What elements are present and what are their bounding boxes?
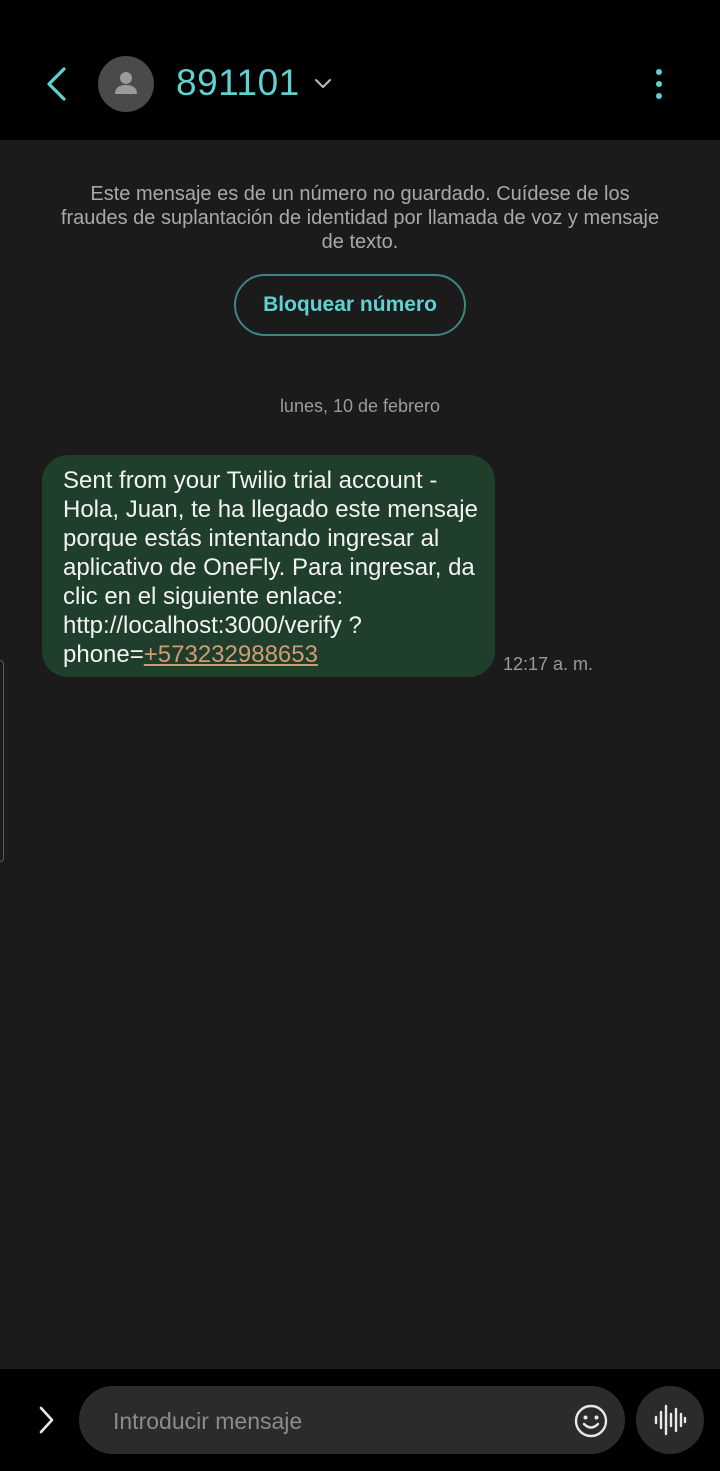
voice-input-button[interactable] [636, 1386, 704, 1454]
more-vertical-icon [656, 69, 662, 99]
chevron-right-icon [39, 1406, 54, 1434]
expand-attachments-button[interactable] [26, 1403, 66, 1437]
date-separator: lunes, 10 de febrero [279, 396, 441, 416]
smiley-icon[interactable] [573, 1403, 609, 1439]
chevron-down-icon [315, 79, 331, 88]
message-timestamp: 12:17 a. m. [503, 654, 594, 674]
voice-wave-icon [654, 1404, 687, 1436]
back-button[interactable] [28, 56, 84, 112]
contact-dropdown-button[interactable] [310, 70, 336, 96]
contact-name[interactable]: 891101 [176, 60, 300, 106]
phone-link[interactable]: +573232988653 [144, 641, 318, 668]
composer-bar [0, 1369, 720, 1471]
message-input-container[interactable] [79, 1386, 625, 1456]
edge-panel-handle[interactable] [0, 660, 4, 862]
person-icon [115, 72, 137, 94]
more-options-button[interactable] [634, 56, 684, 112]
conversation-header: 891101 [0, 0, 720, 140]
chevron-left-icon [47, 67, 66, 101]
message-input[interactable] [111, 1386, 555, 1456]
message-text: Sent from your Twilio trial account - Ho… [63, 467, 478, 668]
message-bubble[interactable]: Sent from your Twilio trial account - Ho… [42, 455, 495, 677]
avatar[interactable] [98, 56, 154, 112]
unsaved-number-warning: Este mensaje es de un número no guardado… [60, 183, 660, 253]
block-number-button[interactable]: Bloquear número [234, 274, 466, 336]
